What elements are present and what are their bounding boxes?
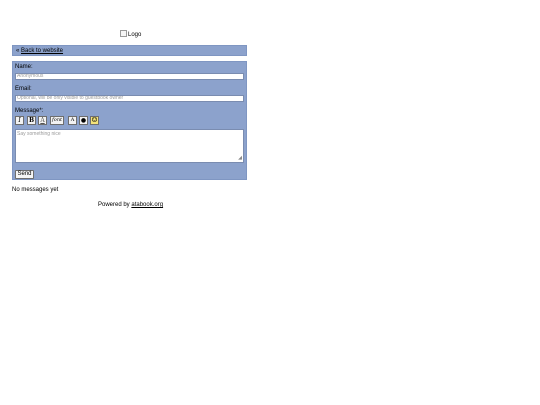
guestbook-form: Name: Anonymous Email: Optional, will be… bbox=[12, 61, 247, 180]
text-color-button[interactable]: A bbox=[68, 116, 77, 125]
email-input[interactable]: Optional, will be only visible to guestb… bbox=[15, 95, 244, 102]
italic-button[interactable]: I bbox=[15, 116, 24, 125]
resize-grip-icon[interactable]: ◢ bbox=[238, 155, 242, 161]
empty-messages-text: No messages yet bbox=[12, 187, 59, 193]
logo-image: Logo bbox=[120, 30, 141, 38]
message-textarea[interactable]: Say something nice ◢ bbox=[15, 129, 244, 163]
logo-alt-text: Logo bbox=[128, 32, 142, 38]
background-color-button[interactable]: ● bbox=[79, 116, 88, 125]
footer-powered-by: Powered by atabook.org bbox=[98, 202, 163, 208]
name-label: Name: bbox=[15, 64, 33, 70]
emoticon-button[interactable]: ☺ bbox=[90, 116, 99, 125]
message-label: Message*: bbox=[15, 108, 44, 114]
name-input[interactable]: Anonymous bbox=[15, 73, 244, 80]
bold-button[interactable]: B bbox=[27, 116, 36, 125]
back-to-website-link[interactable]: Back to website bbox=[21, 48, 63, 54]
powered-by-prefix: Powered by bbox=[98, 202, 130, 208]
font-button[interactable]: font bbox=[50, 116, 64, 125]
email-label: Email: bbox=[15, 86, 32, 92]
underline-button[interactable]: A bbox=[38, 116, 47, 125]
back-arrow-icon: « bbox=[16, 48, 20, 54]
atabook-link[interactable]: atabook.org bbox=[131, 202, 163, 208]
broken-image-icon bbox=[120, 30, 127, 37]
back-nav-bar: « Back to website bbox=[12, 45, 247, 56]
message-placeholder: Say something nice bbox=[17, 131, 61, 137]
send-button[interactable]: Send bbox=[15, 170, 34, 179]
